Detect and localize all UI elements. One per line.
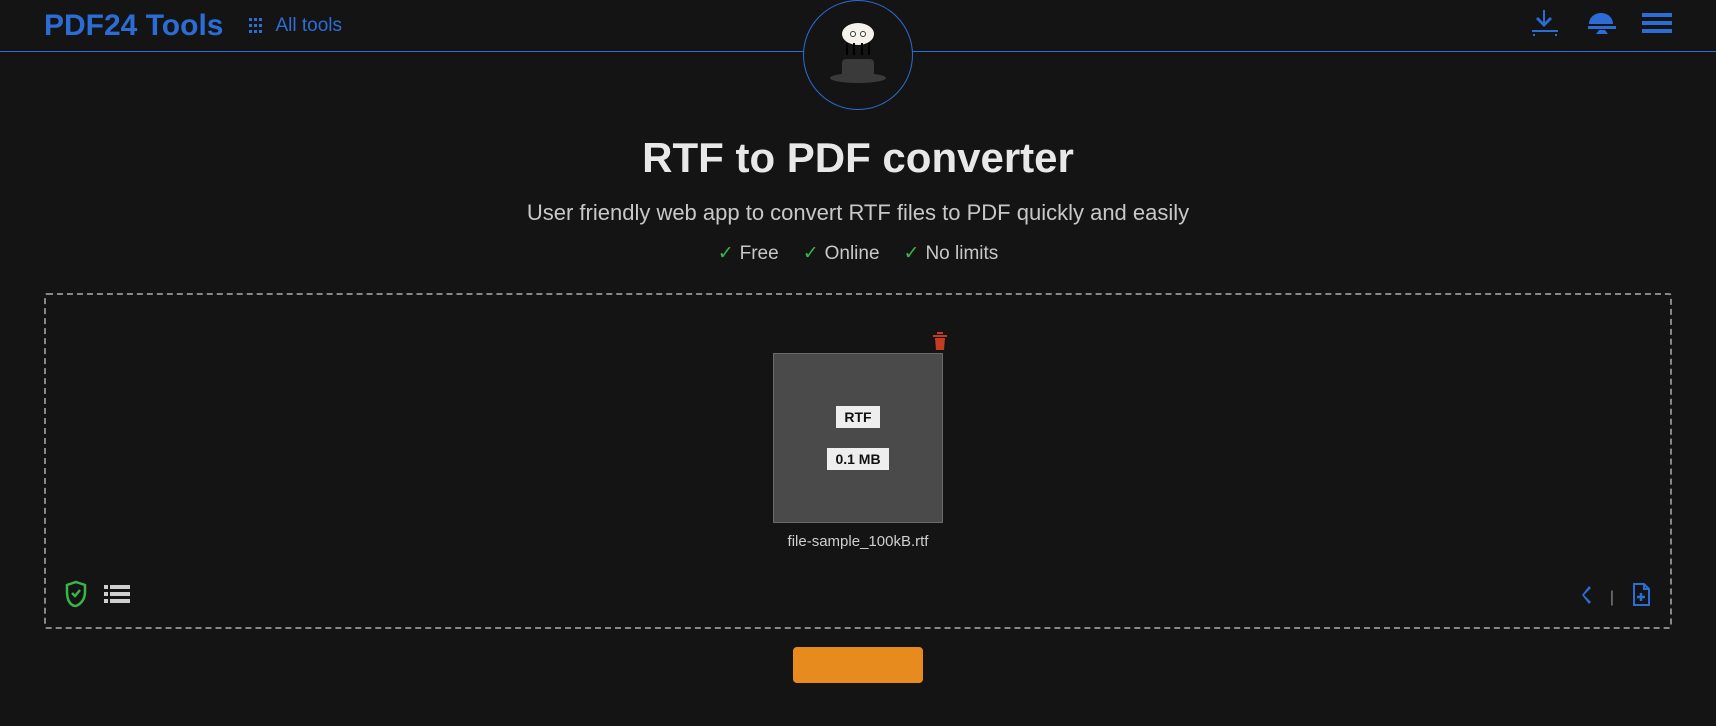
file-dropzone[interactable]: RTF 0.1 MB file-sample_100kB.rtf | bbox=[44, 293, 1672, 629]
hat-icon bbox=[830, 59, 886, 89]
all-tools-label: All tools bbox=[275, 15, 342, 37]
file-size-chip: 0.1 MB bbox=[827, 448, 888, 470]
brand-logo[interactable]: PDF24 Tools bbox=[44, 9, 223, 43]
mascot-logo bbox=[803, 0, 913, 110]
all-tools-link[interactable]: All tools bbox=[249, 15, 342, 37]
header: PDF24 Tools All tools bbox=[0, 0, 1716, 52]
file-item[interactable]: RTF 0.1 MB file-sample_100kB.rtf bbox=[773, 331, 943, 550]
trash-icon[interactable] bbox=[931, 331, 949, 356]
sheep-icon bbox=[836, 21, 880, 55]
helmet-icon[interactable] bbox=[1586, 10, 1616, 41]
file-name: file-sample_100kB.rtf bbox=[773, 533, 943, 550]
menu-icon[interactable] bbox=[1642, 11, 1672, 40]
shield-icon[interactable] bbox=[64, 580, 88, 613]
grid-icon bbox=[249, 18, 265, 34]
file-thumbnail[interactable]: RTF 0.1 MB bbox=[773, 353, 943, 523]
page-title: RTF to PDF converter bbox=[0, 134, 1716, 182]
chevron-left-icon[interactable] bbox=[1580, 586, 1594, 610]
list-view-icon[interactable] bbox=[104, 584, 130, 609]
separator: | bbox=[1610, 589, 1614, 607]
file-type-chip: RTF bbox=[836, 406, 879, 428]
badge-nolimits: ✓No limits bbox=[904, 242, 999, 265]
badge-online: ✓Online bbox=[803, 242, 880, 265]
convert-button[interactable]: Convert bbox=[793, 647, 923, 683]
page-subtitle: User friendly web app to convert RTF fil… bbox=[0, 200, 1716, 226]
add-file-icon[interactable] bbox=[1630, 582, 1652, 613]
feature-badges: ✓Free ✓Online ✓No limits bbox=[0, 242, 1716, 265]
download-icon[interactable] bbox=[1530, 10, 1560, 41]
badge-free: ✓Free bbox=[718, 242, 779, 265]
